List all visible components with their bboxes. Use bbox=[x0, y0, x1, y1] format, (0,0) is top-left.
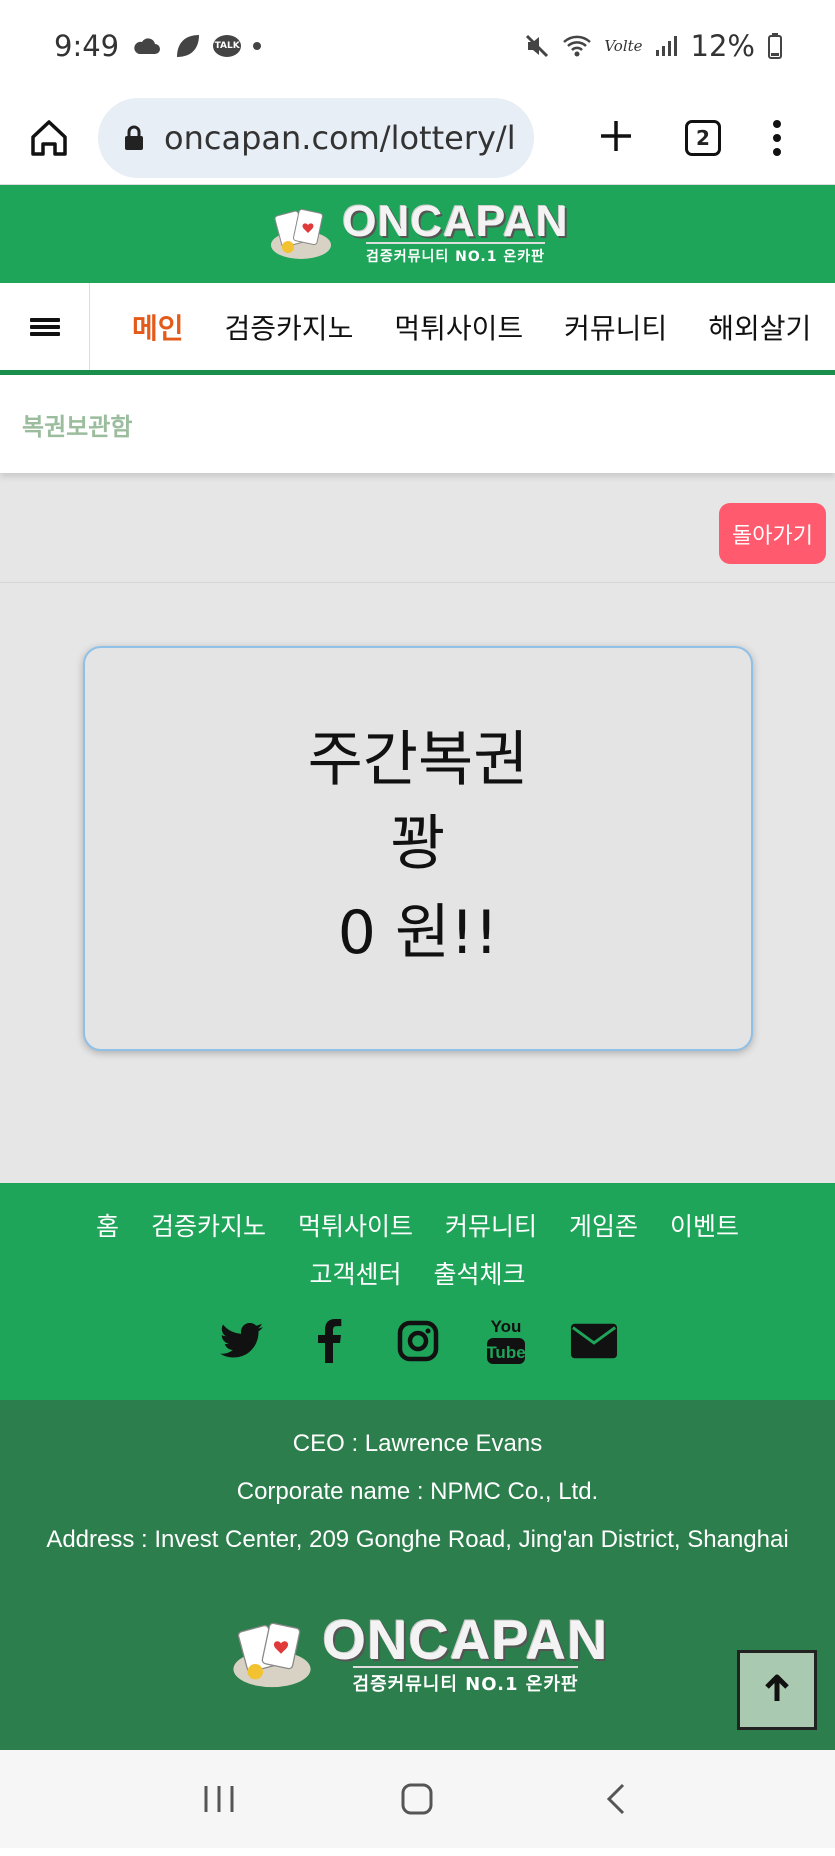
arrow-up-icon bbox=[762, 1673, 792, 1707]
instagram-icon[interactable] bbox=[394, 1317, 442, 1365]
site-header: ONCAPAN 검증커뮤니티 NO.1 온카판 bbox=[0, 184, 835, 283]
site-logo[interactable]: ONCAPAN 검증커뮤니티 NO.1 온카판 bbox=[266, 197, 569, 266]
facebook-icon[interactable] bbox=[306, 1317, 354, 1365]
footer-link-home[interactable]: 홈 bbox=[96, 1203, 119, 1251]
mute-icon bbox=[524, 33, 550, 59]
logo-tagline: 검증커뮤니티 NO.1 온카판 bbox=[365, 242, 546, 266]
nav-item-main[interactable]: 메인 bbox=[132, 307, 184, 347]
lottery-result-card: 주간복권 꽝 0 원!! bbox=[83, 646, 753, 1051]
nav-item-community[interactable]: 커뮤니티 bbox=[564, 307, 667, 347]
logo-wordmark: ONCAPAN bbox=[342, 197, 569, 246]
social-links: You Tube bbox=[0, 1317, 835, 1365]
main-nav: 메인 검증카지노 먹튀사이트 커뮤니티 해외살기 bbox=[0, 283, 835, 375]
footer-link-community[interactable]: 커뮤니티 bbox=[445, 1203, 537, 1251]
nav-item-scam-sites[interactable]: 먹튀사이트 bbox=[394, 307, 523, 347]
lottery-result: 꽝 bbox=[390, 808, 446, 879]
back-nav-icon[interactable] bbox=[596, 1779, 636, 1819]
youtube-icon[interactable]: You Tube bbox=[482, 1317, 530, 1365]
clock: 9:49 bbox=[54, 29, 120, 63]
footer-info: CEO : Lawrence Evans Corporate name : NP… bbox=[0, 1400, 835, 1750]
lottery-title: 주간복권 bbox=[307, 724, 529, 795]
svg-text:Tube: Tube bbox=[486, 1343, 525, 1362]
more-options-icon[interactable] bbox=[773, 120, 781, 156]
email-icon[interactable] bbox=[570, 1317, 618, 1365]
footer-link-game-zone[interactable]: 게임존 bbox=[569, 1203, 638, 1251]
lock-icon bbox=[120, 124, 148, 152]
cards-logo-icon bbox=[266, 205, 336, 263]
page-title: 복권보관함 bbox=[22, 412, 133, 441]
footer-link-verified-casino[interactable]: 검증카지노 bbox=[151, 1203, 266, 1251]
svg-text:You: You bbox=[490, 1317, 521, 1336]
footer-ceo: CEO : Lawrence Evans bbox=[292, 1430, 543, 1457]
footer-link-events[interactable]: 이벤트 bbox=[670, 1203, 739, 1251]
page-toolbar: 돌아가기 bbox=[0, 473, 835, 583]
lottery-amount: 0 원!! bbox=[337, 897, 499, 968]
address-bar[interactable]: oncapan.com/lottery/l bbox=[98, 98, 534, 178]
footer-link-scam-sites[interactable]: 먹튀사이트 bbox=[298, 1203, 413, 1251]
system-nav-bar bbox=[0, 1750, 835, 1848]
breadcrumb: 복권보관함 bbox=[0, 375, 835, 473]
footer-logo[interactable]: ONCAPAN 검증커뮤니티 NO.1 온카판 bbox=[227, 1608, 609, 1696]
twitter-icon[interactable] bbox=[218, 1317, 266, 1365]
footer-logo-tagline: 검증커뮤니티 NO.1 온카판 bbox=[352, 1666, 579, 1696]
kakaotalk-icon: TALK bbox=[213, 35, 242, 57]
tab-switcher-button[interactable]: 2 bbox=[685, 120, 721, 156]
status-bar: 9:49 TALK Volte 12% bbox=[0, 0, 835, 92]
back-button[interactable]: 돌아가기 bbox=[719, 503, 826, 564]
footer-corporate: Corporate name : NPMC Co., Ltd. bbox=[236, 1478, 599, 1505]
dot-icon bbox=[253, 42, 262, 50]
browser-toolbar: oncapan.com/lottery/l 2 bbox=[0, 92, 835, 184]
home-icon[interactable] bbox=[28, 117, 70, 159]
battery-icon bbox=[767, 33, 783, 59]
menu-icon[interactable] bbox=[0, 283, 90, 370]
scroll-to-top-button[interactable] bbox=[737, 1650, 817, 1730]
battery-percent: 12% bbox=[690, 29, 755, 63]
footer-address: Address : Invest Center, 209 Gonghe Road… bbox=[46, 1526, 789, 1553]
cloud-icon bbox=[131, 36, 161, 56]
recent-apps-icon[interactable] bbox=[199, 1779, 239, 1819]
footer-link-attendance[interactable]: 출석체크 bbox=[434, 1251, 526, 1299]
volte-label: Volte bbox=[604, 37, 643, 55]
footer-nav: 홈 검증카지노 먹튀사이트 커뮤니티 게임존 이벤트 고객센터 출석체크 You… bbox=[0, 1183, 835, 1400]
url-text: oncapan.com/lottery/l bbox=[164, 119, 516, 157]
signal-icon bbox=[655, 35, 679, 57]
wifi-icon bbox=[562, 34, 592, 58]
footer-link-support[interactable]: 고객센터 bbox=[309, 1251, 401, 1299]
nav-item-verified-casino[interactable]: 검증카지노 bbox=[225, 307, 354, 347]
lottery-content: 주간복권 꽝 0 원!! bbox=[0, 583, 835, 1183]
nav-item-overseas[interactable]: 해외살기 bbox=[708, 307, 811, 347]
footer-cards-logo-icon bbox=[227, 1617, 317, 1693]
leaf-icon bbox=[173, 33, 201, 59]
footer-logo-wordmark: ONCAPAN bbox=[322, 1608, 609, 1671]
home-nav-icon[interactable] bbox=[397, 1779, 437, 1819]
new-tab-icon[interactable] bbox=[599, 119, 633, 157]
